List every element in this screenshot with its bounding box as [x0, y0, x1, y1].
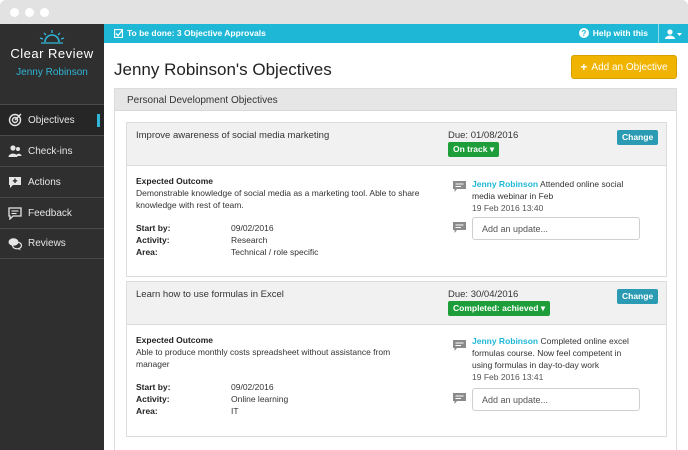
expected-outcome-text: Demonstrable knowledge of social media a… [136, 188, 420, 210]
sidebar-item-label: Actions [28, 176, 61, 188]
objective-card: Improve awareness of social media market… [126, 122, 667, 277]
comment-author[interactable]: Jenny Robinson [472, 336, 538, 346]
add-objective-button[interactable]: + Add an Objective [571, 55, 677, 79]
logo[interactable]: Clear Review Jenny Robinson [0, 30, 104, 78]
user-icon [664, 28, 682, 39]
svg-text:?: ? [581, 29, 586, 38]
panel-title: Personal Development Objectives [115, 89, 676, 111]
area-row: Area: IT [136, 405, 239, 417]
status-label: Completed: achieved [453, 303, 539, 313]
add-update-input[interactable]: Add an update... [472, 388, 640, 411]
user-menu-button[interactable] [658, 24, 688, 43]
activity-row: Activity: Online learning [136, 393, 288, 405]
activity-value: Research [231, 235, 268, 245]
target-icon [8, 113, 22, 127]
brand-name: Clear Review [10, 46, 94, 61]
window-dot-icon [25, 8, 34, 17]
objective-card: Learn how to use formulas in Excel Due: … [126, 281, 667, 437]
people-icon [8, 145, 22, 157]
start-by-value: 09/02/2016 [231, 223, 274, 233]
area-label: Area: [136, 406, 158, 416]
sidebar-item-label: Check-ins [28, 145, 73, 157]
start-by-row: Start by: 09/02/2016 [136, 381, 274, 393]
sunrise-logo-icon [39, 30, 65, 44]
due-date: Due: 01/08/2016 [448, 130, 519, 141]
comment: Jenny Robinson Attended online social me… [472, 178, 642, 214]
area-row: Area: Technical / role specific [136, 246, 318, 258]
start-by-value: 09/02/2016 [231, 382, 274, 392]
sidebar-item-feedback[interactable]: Feedback [0, 197, 104, 228]
caret-down-icon: ▾ [489, 144, 495, 154]
sidebar-nav: Objectives Check-ins Actions Feedback Re… [0, 104, 104, 259]
todo-notice[interactable]: To be done: 3 Objective Approvals [114, 28, 266, 38]
activity-label: Activity: [136, 394, 170, 404]
comment-author[interactable]: Jenny Robinson [472, 179, 538, 189]
sidebar-item-label: Objectives [28, 114, 75, 126]
area-value: IT [231, 406, 239, 416]
expected-outcome-label: Expected Outcome [136, 176, 213, 186]
area-label: Area: [136, 247, 158, 257]
objective-header: Improve awareness of social media market… [127, 123, 666, 166]
start-by-label: Start by: [136, 223, 171, 233]
comment-icon [453, 393, 466, 404]
help-icon: ? [578, 28, 589, 38]
comment: Jenny Robinson Completed online excel fo… [472, 335, 642, 383]
feedback-icon [8, 207, 22, 220]
change-button[interactable]: Change [617, 130, 659, 145]
activity-label: Activity: [136, 235, 170, 245]
comment-icon [453, 222, 466, 233]
sidebar-item-label: Feedback [28, 207, 72, 219]
plus-icon: + [580, 60, 588, 74]
comment-icon [453, 340, 466, 351]
todo-text: To be done: 3 Objective Approvals [127, 28, 266, 38]
add-update-input[interactable]: Add an update... [472, 217, 640, 240]
status-label: On track [453, 144, 488, 154]
sidebar-item-check-ins[interactable]: Check-ins [0, 135, 104, 166]
change-button[interactable]: Change [617, 289, 659, 304]
sidebar-item-actions[interactable]: Actions [0, 166, 104, 197]
expected-outcome-label: Expected Outcome [136, 335, 213, 345]
page-title: Jenny Robinson's Objectives [114, 60, 332, 79]
start-by-label: Start by: [136, 382, 171, 392]
expected-outcome-text: Able to produce monthly costs spreadshee… [136, 347, 391, 369]
current-user-name[interactable]: Jenny Robinson [0, 67, 104, 78]
due-date: Due: 30/04/2016 [448, 289, 519, 300]
top-bar: To be done: 3 Objective Approvals ? Help… [104, 24, 688, 43]
objective-title: Improve awareness of social media market… [136, 130, 330, 141]
sidebar: Clear Review Jenny Robinson Objectives C… [0, 24, 104, 450]
reviews-icon [8, 237, 22, 250]
add-objective-label: Add an Objective [591, 61, 668, 73]
sidebar-item-label: Reviews [28, 238, 66, 249]
help-link[interactable]: ? Help with this [578, 28, 648, 38]
sidebar-item-reviews[interactable]: Reviews [0, 228, 104, 259]
objective-header: Learn how to use formulas in Excel Due: … [127, 282, 666, 325]
comment-time: 19 Feb 2016 13:41 [472, 372, 544, 382]
help-text: Help with this [592, 28, 648, 38]
caret-down-icon: ▾ [540, 303, 546, 313]
activity-value: Online learning [231, 394, 289, 404]
status-dropdown[interactable]: Completed: achieved ▾ [448, 301, 551, 316]
window-chrome [0, 0, 688, 24]
status-dropdown[interactable]: On track ▾ [448, 142, 500, 157]
comment-time: 19 Feb 2016 13:40 [472, 203, 544, 213]
active-indicator [97, 114, 100, 127]
checkbox-icon [114, 28, 123, 38]
window-dot-icon [10, 8, 19, 17]
objectives-panel: Personal Development Objectives Improve … [114, 88, 677, 450]
activity-row: Activity: Research [136, 234, 267, 246]
start-by-row: Start by: 09/02/2016 [136, 222, 274, 234]
sidebar-item-objectives[interactable]: Objectives [0, 104, 104, 135]
comment-icon [453, 181, 466, 192]
objective-title: Learn how to use formulas in Excel [136, 289, 284, 300]
window-dot-icon [40, 8, 49, 17]
area-value: Technical / role specific [231, 247, 319, 257]
actions-icon [9, 177, 21, 188]
